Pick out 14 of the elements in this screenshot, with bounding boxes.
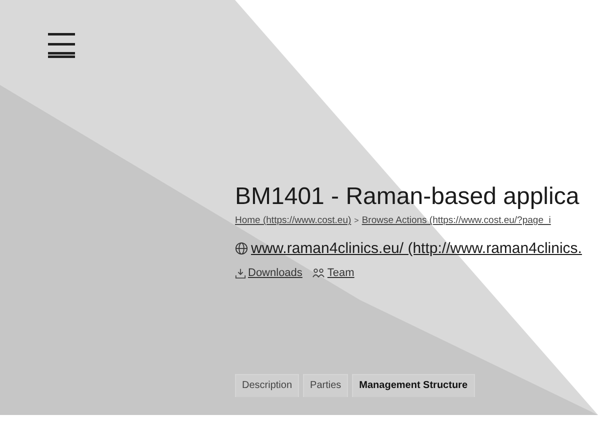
website-link[interactable]: www.raman4clinics.eu/ (http://www.raman4clinics.	[251, 240, 582, 257]
menu-icon[interactable]	[48, 32, 76, 58]
people-icon	[312, 268, 326, 278]
tab[interactable]: Parties	[303, 374, 348, 397]
page-title: BM1401 - Raman-based applica	[235, 182, 580, 212]
download-icon	[235, 268, 246, 278]
tab[interactable]: Management Structure	[352, 374, 475, 397]
breadcrumb-separator: >	[354, 216, 359, 225]
breadcrumb-link[interactable]: Home (https://www.cost.eu)	[235, 215, 352, 226]
globe-icon	[235, 242, 248, 255]
nav-link[interactable]: Downloads	[248, 267, 302, 279]
tab[interactable]: Description	[235, 374, 300, 397]
breadcrumb-link[interactable]: Browse Actions (https://www.cost.eu/?page_i	[362, 215, 551, 226]
nav-link[interactable]: Team	[327, 267, 354, 279]
